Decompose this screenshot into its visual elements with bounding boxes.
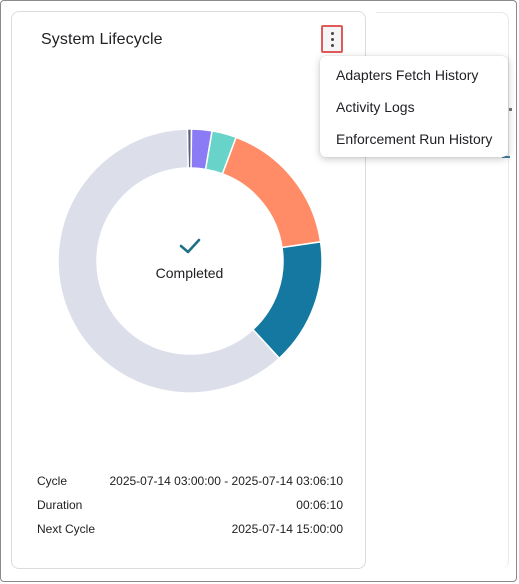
lifecycle-donut-chart <box>57 128 323 394</box>
menu-item-enforcement-run-history[interactable]: Enforcement Run History <box>320 124 508 156</box>
more-vertical-icon-dot <box>330 37 334 41</box>
card-title: System Lifecycle <box>41 31 163 48</box>
info-row-duration: Duration 00:06:10 <box>37 498 343 516</box>
system-lifecycle-card: System Lifecycle Completed Cycle 2025-07… <box>11 11 366 569</box>
info-key: Next Cycle <box>37 522 96 536</box>
more-options-menu: Adapters Fetch History Activity Logs Enf… <box>320 56 508 157</box>
info-value: 00:06:10 <box>296 498 343 512</box>
more-vertical-icon-dot <box>330 43 334 47</box>
more-options-button[interactable] <box>321 25 343 53</box>
info-row-next-cycle: Next Cycle 2025-07-14 15:00:00 <box>37 522 343 540</box>
menu-item-activity-logs[interactable]: Activity Logs <box>320 92 508 124</box>
status-label: Completed <box>155 265 224 281</box>
info-value: 2025-07-14 15:00:00 <box>231 522 343 536</box>
info-row-cycle: Cycle 2025-07-14 03:00:00 - 2025-07-14 0… <box>37 474 343 492</box>
menu-item-adapters-fetch-history[interactable]: Adapters Fetch History <box>320 60 508 92</box>
donut-slice-3[interactable] <box>221 136 322 249</box>
more-vertical-icon <box>330 31 334 35</box>
info-key: Duration <box>37 498 83 512</box>
info-value: 2025-07-14 03:00:00 - 2025-07-14 03:06:1… <box>109 474 343 488</box>
checkmark-icon <box>179 238 201 254</box>
background-dot <box>509 108 512 111</box>
info-key: Cycle <box>37 474 68 488</box>
